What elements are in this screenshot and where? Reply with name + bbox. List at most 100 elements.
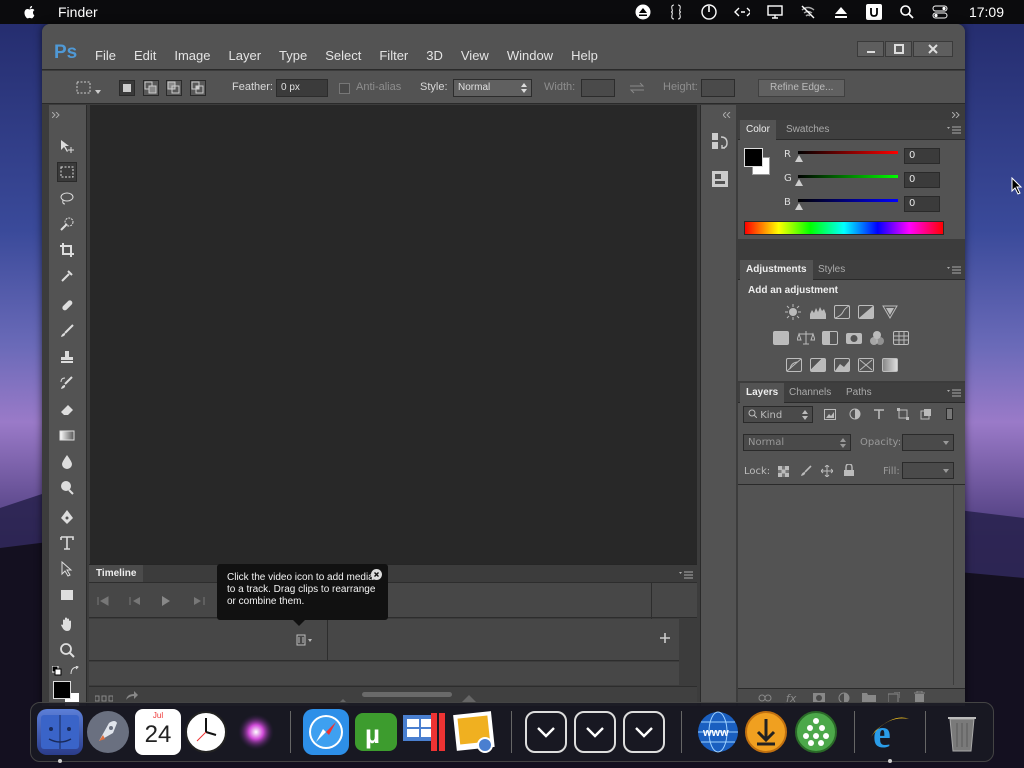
dock-calendar-icon[interactable]: Jul 24 [135, 709, 181, 755]
dock-safari-icon[interactable] [303, 709, 349, 755]
tab-adjustments[interactable]: Adjustments [740, 260, 813, 280]
path-selection-tool-icon[interactable] [57, 559, 77, 579]
opacity-input[interactable] [902, 434, 954, 451]
u-badge-icon[interactable] [865, 4, 882, 20]
preset-dropdown-icon[interactable] [95, 85, 101, 97]
add-selection-icon[interactable] [143, 80, 159, 96]
wifi-off-icon[interactable] [800, 4, 816, 20]
new-selection-icon[interactable] [119, 80, 135, 96]
blur-tool-icon[interactable] [57, 452, 77, 472]
threshold-adjustment-icon[interactable] [834, 358, 850, 372]
antialias-checkbox[interactable] [339, 83, 350, 94]
menu-view[interactable]: View [461, 48, 489, 63]
rectangle-tool-icon[interactable] [57, 585, 77, 605]
swap-dimensions-icon[interactable] [629, 82, 645, 97]
pen-tool-icon[interactable] [57, 507, 77, 527]
add-track-icon[interactable] [659, 632, 671, 647]
hue-saturation-adjustment-icon[interactable] [773, 331, 789, 345]
style-select[interactable]: Normal [453, 79, 532, 97]
filter-adjustment-icon[interactable] [849, 408, 861, 423]
photo-filter-adjustment-icon[interactable] [845, 330, 863, 349]
blue-slider[interactable] [798, 199, 898, 202]
color-balance-adjustment-icon[interactable] [796, 330, 816, 349]
menu-window[interactable]: Window [507, 48, 553, 63]
video-track-icon[interactable] [296, 634, 314, 649]
dock-launchpad-icon[interactable] [85, 709, 131, 755]
filter-shape-icon[interactable] [897, 408, 909, 423]
tab-color[interactable]: Color [740, 120, 776, 140]
play-icon[interactable] [161, 596, 171, 609]
close-tooltip-icon[interactable] [371, 569, 382, 584]
zoom-tool-icon[interactable] [57, 640, 77, 660]
collapse-tools-icon[interactable] [51, 108, 62, 121]
curves-adjustment-icon[interactable] [834, 305, 850, 319]
eject-triangle-icon[interactable] [833, 4, 849, 20]
menubar-clock[interactable]: 17:09 [969, 4, 1004, 20]
dock-clock-icon[interactable] [183, 709, 229, 755]
menu-file[interactable]: File [95, 48, 116, 63]
next-frame-icon[interactable] [193, 596, 205, 609]
marquee-tool-icon[interactable] [57, 162, 77, 182]
layer-filter-kind-select[interactable]: Kind [743, 406, 813, 423]
filter-toggle[interactable] [946, 408, 953, 420]
dock-downloader-icon[interactable] [743, 709, 789, 755]
hand-tool-icon[interactable] [57, 614, 77, 634]
script-icon[interactable] [668, 4, 684, 20]
channel-mixer-adjustment-icon[interactable] [869, 330, 885, 349]
arrows-code-icon[interactable] [733, 4, 750, 20]
display-icon[interactable] [767, 4, 783, 20]
dock-finder-icon[interactable] [37, 709, 83, 755]
go-to-first-frame-icon[interactable] [97, 596, 109, 609]
lock-image-icon[interactable] [800, 465, 812, 480]
history-brush-tool-icon[interactable] [57, 373, 77, 393]
quick-selection-tool-icon[interactable] [57, 214, 77, 234]
tab-swatches[interactable]: Swatches [786, 124, 829, 135]
history-panel-icon[interactable] [711, 132, 729, 153]
menu-layer[interactable]: Layer [229, 48, 262, 63]
maximize-button[interactable] [885, 41, 912, 57]
exposure-adjustment-icon[interactable] [858, 305, 874, 319]
dock-downloads-stack-2[interactable] [574, 711, 616, 753]
layers-menu-icon[interactable] [947, 389, 961, 400]
dock-downloads-stack-1[interactable] [525, 711, 567, 753]
tab-paths[interactable]: Paths [846, 387, 872, 398]
swap-colors-icon[interactable] [70, 665, 80, 679]
dock-www-globe-icon[interactable]: www [695, 709, 741, 755]
eyedropper-tool-icon[interactable] [57, 266, 77, 286]
expand-panels-icon[interactable] [722, 108, 733, 121]
filter-pixel-icon[interactable] [824, 409, 836, 423]
dock-internet-explorer-icon[interactable]: e [867, 709, 913, 756]
previous-frame-icon[interactable] [129, 596, 141, 609]
green-slider[interactable] [798, 175, 898, 178]
clone-stamp-tool-icon[interactable] [57, 347, 77, 367]
marquee-preset-icon[interactable] [75, 79, 93, 97]
lock-all-icon[interactable] [844, 463, 854, 479]
type-tool-icon[interactable] [57, 533, 77, 553]
document-canvas-area[interactable] [90, 105, 697, 564]
red-slider[interactable] [798, 151, 898, 154]
r-value-input[interactable]: 0 [904, 148, 940, 164]
height-input[interactable] [701, 79, 735, 97]
foreground-color-swatch[interactable] [53, 681, 71, 699]
minimize-button[interactable] [857, 41, 884, 57]
width-input[interactable] [581, 79, 615, 97]
eject-icon[interactable] [635, 4, 651, 20]
menu-filter[interactable]: Filter [379, 48, 408, 63]
dock-parallels-icon[interactable] [401, 709, 447, 755]
healing-brush-tool-icon[interactable] [57, 295, 77, 315]
menu-3d[interactable]: 3D [426, 48, 443, 63]
green-slider-thumb[interactable] [795, 179, 803, 186]
refine-edge-button[interactable]: Refine Edge... [758, 79, 846, 97]
tab-layers[interactable]: Layers [740, 383, 785, 403]
color-panel-menu-icon[interactable] [947, 126, 961, 137]
power-icon[interactable] [701, 4, 717, 20]
vibrance-adjustment-icon[interactable] [882, 304, 898, 323]
gradient-tool-icon[interactable] [57, 425, 77, 445]
lasso-tool-icon[interactable] [57, 188, 77, 208]
lock-position-icon[interactable] [820, 464, 834, 480]
feather-input[interactable]: 0 px [276, 79, 328, 97]
tab-channels[interactable]: Channels [789, 387, 831, 398]
menu-select[interactable]: Select [325, 48, 361, 63]
brush-tool-icon[interactable] [57, 321, 77, 341]
intersect-selection-icon[interactable] [190, 80, 206, 96]
